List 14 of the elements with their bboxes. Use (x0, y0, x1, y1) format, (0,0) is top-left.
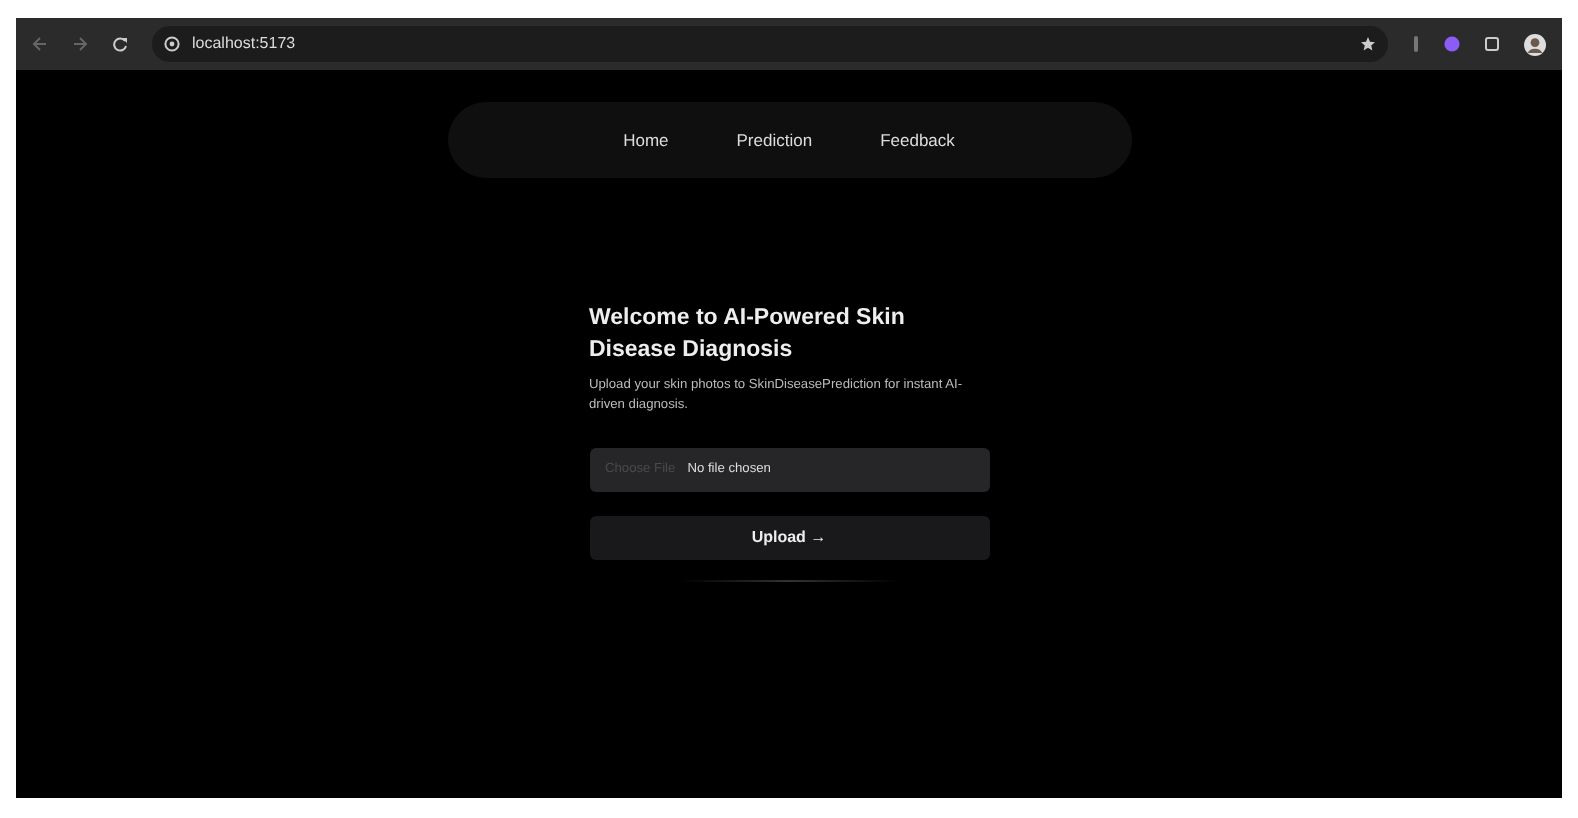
avatar-icon[interactable] (1524, 33, 1546, 55)
back-icon[interactable] (32, 36, 48, 52)
address-bar[interactable]: localhost:5173 (152, 26, 1388, 62)
site-info-icon[interactable] (164, 36, 180, 52)
star-icon[interactable] (1360, 36, 1376, 52)
nav-link[interactable]: Prediction (736, 127, 813, 153)
page-heading: Welcome to AI-Powered Skin Disease Diagnosis (589, 304, 907, 367)
upload-button[interactable]: Upload → (589, 515, 989, 560)
reload-icon[interactable] (112, 36, 128, 52)
extensions-icon[interactable] (1484, 36, 1500, 52)
url-text: localhost:5173 (192, 32, 296, 56)
forward-icon[interactable] (72, 36, 88, 52)
nav-link[interactable]: Home (623, 127, 669, 153)
nav-link[interactable]: Feedback (880, 127, 955, 153)
